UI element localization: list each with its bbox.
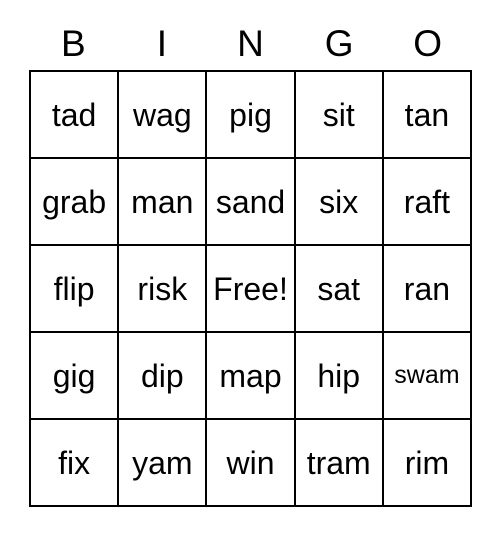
bingo-cell[interactable]: risk bbox=[119, 246, 208, 333]
bingo-cell[interactable]: tan bbox=[383, 72, 473, 159]
bingo-cell-label: Free! bbox=[213, 270, 288, 307]
bingo-cell[interactable]: map bbox=[207, 333, 296, 420]
bingo-header-letter-i: I bbox=[156, 23, 168, 64]
bingo-cell-label: six bbox=[319, 183, 359, 220]
bingo-cell[interactable]: rim bbox=[383, 420, 473, 507]
bingo-row: fix yam win tram rim bbox=[31, 420, 473, 507]
bingo-cell[interactable]: ran bbox=[383, 246, 473, 333]
bingo-cell-label: tad bbox=[51, 96, 97, 133]
bingo-cell-label: swam bbox=[394, 361, 460, 389]
bingo-cell[interactable]: fix bbox=[31, 420, 120, 507]
bingo-cell-label: tan bbox=[404, 96, 450, 133]
bingo-header-row: B I N G O bbox=[29, 17, 472, 70]
bingo-cell[interactable]: raft bbox=[383, 159, 473, 246]
bingo-cell-label: grab bbox=[42, 183, 107, 220]
bingo-cell-free-space[interactable]: Free! bbox=[207, 246, 296, 333]
bingo-cell[interactable]: yam bbox=[119, 420, 208, 507]
bingo-card: B I N G O tad wag pig sit tan grab man s… bbox=[29, 17, 473, 507]
bingo-cell-label: win bbox=[226, 444, 275, 481]
bingo-cell-label: map bbox=[219, 357, 282, 394]
bingo-cell-label: hip bbox=[317, 357, 361, 394]
bingo-cell[interactable]: swam bbox=[383, 333, 473, 420]
bingo-cell[interactable]: sand bbox=[207, 159, 296, 246]
bingo-header-letter-g: G bbox=[324, 23, 354, 64]
bingo-cell-label: gig bbox=[52, 357, 96, 394]
bingo-header-letter-o: O bbox=[413, 23, 443, 64]
bingo-cell-label: ran bbox=[403, 270, 451, 307]
bingo-cell-label: man bbox=[131, 183, 194, 220]
bingo-cell-label: raft bbox=[403, 183, 451, 220]
bingo-cell-label: rim bbox=[404, 444, 450, 481]
bingo-cell-label: dip bbox=[140, 357, 184, 394]
bingo-cell[interactable]: tad bbox=[31, 72, 120, 159]
bingo-cell-label: flip bbox=[53, 270, 95, 307]
bingo-row: flip risk Free! sat ran bbox=[31, 246, 473, 333]
bingo-cell-label: sit bbox=[322, 96, 355, 133]
bingo-grid: tad wag pig sit tan grab man sand six ra… bbox=[29, 70, 473, 507]
bingo-cell[interactable]: gig bbox=[31, 333, 120, 420]
bingo-cell-label: sat bbox=[317, 270, 361, 307]
bingo-header-letter-n: N bbox=[237, 23, 264, 64]
bingo-cell-label: sand bbox=[215, 183, 286, 220]
bingo-row: grab man sand six raft bbox=[31, 159, 473, 246]
bingo-cell[interactable]: grab bbox=[31, 159, 120, 246]
bingo-cell[interactable]: wag bbox=[119, 72, 208, 159]
bingo-header-letter-b: B bbox=[60, 23, 86, 64]
bingo-cell[interactable]: six bbox=[295, 159, 384, 246]
bingo-cell[interactable]: sat bbox=[295, 246, 384, 333]
bingo-cell[interactable]: flip bbox=[31, 246, 120, 333]
bingo-cell[interactable]: win bbox=[207, 420, 296, 507]
bingo-cell[interactable]: sit bbox=[295, 72, 384, 159]
bingo-cell[interactable]: hip bbox=[295, 333, 384, 420]
bingo-cell[interactable]: man bbox=[119, 159, 208, 246]
bingo-cell-label: wag bbox=[132, 96, 192, 133]
bingo-cell[interactable]: pig bbox=[207, 72, 296, 159]
bingo-cell[interactable]: tram bbox=[295, 420, 384, 507]
bingo-cell-label: tram bbox=[306, 444, 371, 481]
bingo-row: tad wag pig sit tan bbox=[31, 72, 473, 159]
bingo-cell-label: fix bbox=[58, 444, 91, 481]
bingo-cell[interactable]: dip bbox=[119, 333, 208, 420]
bingo-cell-label: risk bbox=[137, 270, 188, 307]
bingo-row: gig dip map hip swam bbox=[31, 333, 473, 420]
bingo-cell-label: pig bbox=[229, 96, 272, 133]
bingo-cell-label: yam bbox=[132, 444, 193, 481]
